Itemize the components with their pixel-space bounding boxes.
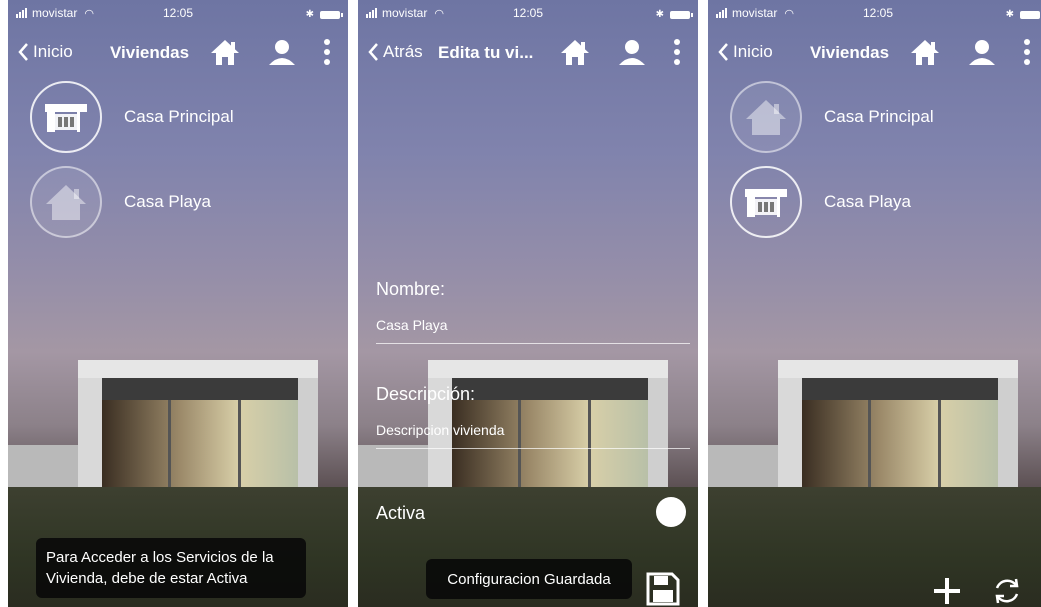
descripcion-field[interactable]: Descripcion vivienda: [376, 422, 504, 438]
back-label: Inicio: [733, 42, 773, 61]
home-icon[interactable]: [208, 37, 242, 67]
list-item-label: Casa Playa: [824, 192, 911, 211]
status-time: 12:05: [512, 6, 544, 20]
phone-screen-viviendas-2: movistar ◠ 12:05 ✱ Inicio Viviendas Casa …: [708, 0, 1041, 607]
refresh-icon[interactable]: [992, 576, 1022, 606]
user-icon[interactable]: [266, 37, 298, 67]
list-item-casa-playa[interactable]: Casa Playa: [730, 166, 911, 238]
add-icon[interactable]: [932, 576, 962, 606]
descripcion-label: Descripción:: [376, 384, 476, 404]
status-bar: movistar ◠ 12:05 ✱: [358, 6, 698, 22]
modern-house-icon: [30, 81, 102, 153]
status-time: 12:05: [862, 6, 894, 20]
status-bar: movistar ◠ 12:05 ✱: [8, 6, 348, 22]
battery-icon: [1020, 10, 1040, 19]
page-title: Edita tu vi...: [438, 43, 534, 62]
back-button[interactable]: Inicio: [718, 42, 773, 62]
chevron-left-icon: [18, 43, 28, 61]
page-title: Viviendas: [810, 43, 890, 62]
bluetooth-icon: ✱: [305, 9, 314, 20]
home-icon[interactable]: [558, 37, 592, 67]
list-item-label: Casa Principal: [124, 107, 234, 126]
list-item-casa-principal[interactable]: Casa Principal: [730, 81, 934, 153]
more-vertical-icon[interactable]: [672, 37, 682, 67]
back-button[interactable]: Atrás: [368, 42, 423, 62]
back-label: Atrás: [383, 42, 423, 61]
battery-icon: [670, 10, 693, 19]
more-vertical-icon[interactable]: [322, 37, 332, 67]
toast-message: Configuracion Guardada: [426, 559, 632, 599]
battery-icon: [320, 10, 343, 19]
descripcion-underline: [376, 448, 690, 449]
list-item-label: Casa Principal: [824, 107, 934, 126]
status-bar: movistar ◠ 12:05 ✱: [708, 6, 1041, 22]
user-icon[interactable]: [966, 37, 998, 67]
house-icon: [730, 81, 802, 153]
home-icon[interactable]: [908, 37, 942, 67]
page-title: Viviendas: [110, 43, 190, 62]
chevron-left-icon: [718, 43, 728, 61]
status-time: 12:05: [162, 6, 194, 20]
nombre-underline: [376, 343, 690, 344]
phone-screen-viviendas-1: movistar ◠ 12:05 ✱ Inicio Viviendas Casa …: [8, 0, 348, 607]
bluetooth-icon: ✱: [1005, 9, 1014, 20]
chevron-left-icon: [368, 43, 378, 61]
nav-bar: Inicio Viviendas: [708, 34, 1041, 74]
list-item-label: Casa Playa: [124, 192, 211, 211]
nav-bar: Atrás Edita tu vi...: [358, 34, 698, 74]
list-item-casa-playa[interactable]: Casa Playa: [30, 166, 211, 238]
more-vertical-icon[interactable]: [1022, 37, 1032, 67]
user-icon[interactable]: [616, 37, 648, 67]
toast-message: Para Acceder a los Servicios de la Vivie…: [36, 538, 306, 598]
back-button[interactable]: Inicio: [18, 42, 73, 62]
activa-toggle[interactable]: [656, 497, 686, 527]
nav-bar: Inicio Viviendas: [8, 34, 348, 74]
house-icon: [30, 166, 102, 238]
nombre-label: Nombre:: [376, 279, 446, 299]
activa-label: Activa: [376, 503, 426, 523]
modern-house-icon: [730, 166, 802, 238]
list-item-casa-principal[interactable]: Casa Principal: [30, 81, 234, 153]
back-label: Inicio: [33, 42, 73, 61]
bluetooth-icon: ✱: [655, 9, 664, 20]
save-icon[interactable]: [644, 570, 680, 606]
nombre-field[interactable]: Casa Playa: [376, 317, 448, 333]
phone-screen-edit-vivienda: movistar ◠ 12:05 ✱ Atrás Edita tu vi... N…: [358, 0, 698, 607]
